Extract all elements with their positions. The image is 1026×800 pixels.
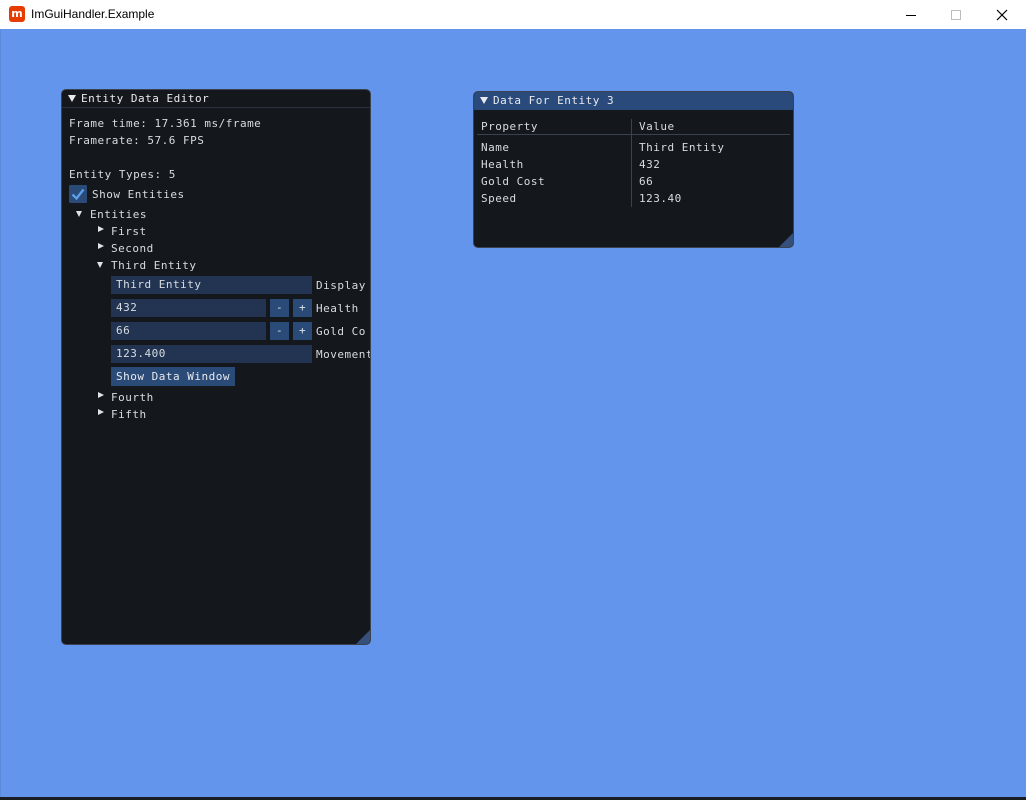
tree-expanded-arrow-icon[interactable] — [76, 211, 82, 217]
tree-node-entity[interactable]: Second — [111, 242, 154, 255]
table-cell-value: 123.40 — [639, 192, 682, 205]
resize-grip[interactable] — [779, 233, 793, 247]
show-data-window-button[interactable]: Show Data Window — [111, 367, 235, 386]
table-cell-property: Speed — [481, 192, 517, 205]
table-cell-property: Name — [481, 141, 510, 154]
movement-speed-input[interactable]: 123.400 — [111, 345, 312, 363]
editor-title: Entity Data Editor — [81, 92, 210, 105]
close-button[interactable] — [979, 0, 1025, 29]
minimize-icon — [906, 14, 916, 16]
table-cell-value: 432 — [639, 158, 661, 171]
display-name-input[interactable]: Third Entity — [111, 276, 312, 294]
health-input[interactable]: 432 — [111, 299, 266, 317]
window-title-bar: m ImGuiHandler.Example — [0, 0, 1026, 29]
table-cell-value: 66 — [639, 175, 654, 188]
data-window-title-bar[interactable]: Data For Entity 3 — [474, 92, 793, 110]
editor-title-bar[interactable]: Entity Data Editor — [62, 90, 370, 108]
gold-cost-decrement-button[interactable]: - — [270, 322, 289, 340]
tree-node-entities[interactable]: Entities — [90, 208, 147, 221]
column-header-value[interactable]: Value — [639, 120, 675, 133]
checkmark-icon — [71, 188, 85, 201]
resize-grip[interactable] — [356, 630, 370, 644]
entity-data-window[interactable]: Data For Entity 3 Property Value Name Th… — [473, 91, 794, 248]
show-entities-label[interactable]: Show Entities — [92, 188, 185, 201]
tree-node-entity[interactable]: Third Entity — [111, 259, 196, 272]
collapse-arrow-icon[interactable] — [68, 95, 76, 102]
gold-cost-increment-button[interactable]: + — [293, 322, 312, 340]
framerate-text: Framerate: 57.6 FPS — [69, 134, 205, 147]
health-decrement-button[interactable]: - — [270, 299, 289, 317]
maximize-icon — [951, 9, 961, 20]
tree-collapsed-arrow-icon[interactable] — [98, 409, 104, 415]
column-header-property[interactable]: Property — [481, 120, 538, 133]
table-cell-value: Third Entity — [639, 141, 725, 154]
tree-collapsed-arrow-icon[interactable] — [98, 226, 104, 232]
show-entities-checkbox[interactable] — [69, 185, 87, 203]
tree-expanded-arrow-icon[interactable] — [97, 262, 103, 268]
health-label: Health — [316, 302, 359, 315]
header-divider — [477, 134, 790, 135]
tree-collapsed-arrow-icon[interactable] — [98, 243, 104, 249]
gold-cost-label: Gold Co — [316, 325, 366, 338]
close-icon — [996, 9, 1008, 20]
minimize-button[interactable] — [888, 0, 934, 29]
health-increment-button[interactable]: + — [293, 299, 312, 317]
table-cell-property: Gold Cost — [481, 175, 546, 188]
window-edge — [0, 29, 1, 797]
movement-speed-label: Movement — [316, 348, 370, 361]
window-title: ImGuiHandler.Example — [31, 7, 155, 21]
tree-node-entity[interactable]: Fourth — [111, 391, 154, 404]
table-cell-property: Health — [481, 158, 524, 171]
entity-data-editor-window[interactable]: Entity Data Editor Frame time: 17.361 ms… — [61, 89, 371, 645]
tree-node-entity[interactable]: First — [111, 225, 147, 238]
maximize-button[interactable] — [933, 0, 979, 29]
display-name-label: Display — [316, 279, 366, 292]
column-divider[interactable] — [631, 119, 632, 207]
collapse-arrow-icon[interactable] — [480, 97, 488, 104]
gold-cost-input[interactable]: 66 — [111, 322, 266, 340]
monogame-logo-icon: m — [9, 6, 25, 22]
data-window-title: Data For Entity 3 — [493, 94, 615, 107]
frame-time-text: Frame time: 17.361 ms/frame — [69, 117, 262, 130]
tree-node-entity[interactable]: Fifth — [111, 408, 147, 421]
tree-collapsed-arrow-icon[interactable] — [98, 392, 104, 398]
entity-types-text: Entity Types: 5 — [69, 168, 176, 181]
